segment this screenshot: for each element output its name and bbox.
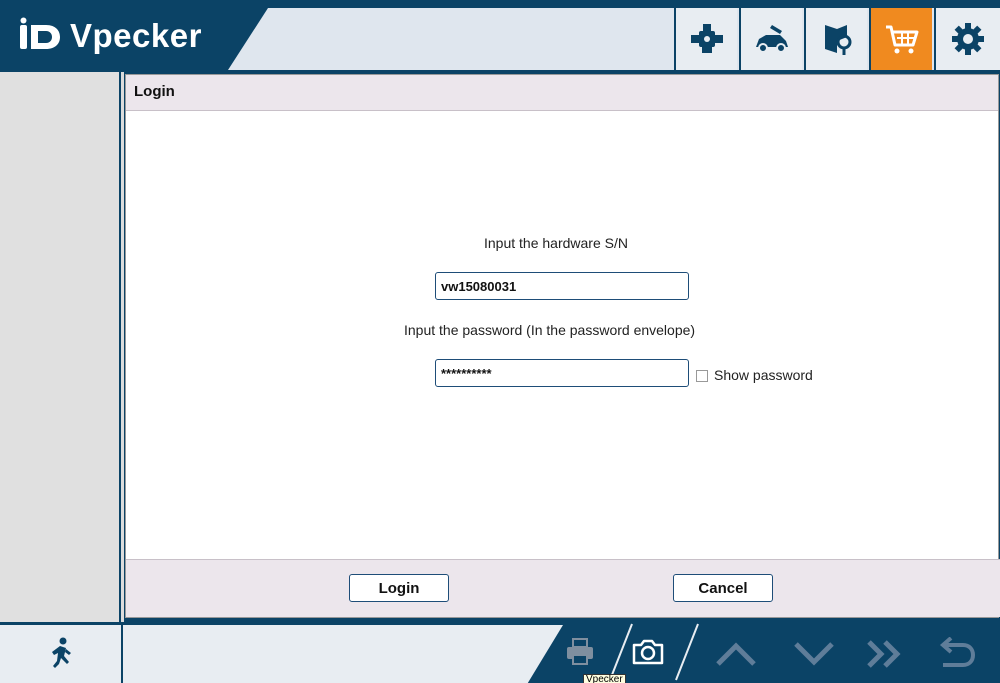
- dialog-title: Login: [126, 75, 998, 111]
- car-repair-button[interactable]: [739, 8, 802, 70]
- password-label: Input the password (In the password enve…: [404, 322, 696, 338]
- settings-button[interactable]: [934, 8, 1000, 70]
- header-bar: Vpecker: [0, 0, 1000, 72]
- password-input[interactable]: [435, 359, 689, 387]
- login-dialog-body: Login Input the hardware S/N Input the p…: [125, 74, 1000, 618]
- app-window: Vpecker Login Input the hardware S/N vw1…: [0, 0, 1000, 683]
- back-button[interactable]: [930, 634, 980, 674]
- sn-input[interactable]: [435, 272, 689, 300]
- scroll-down-icon: [794, 642, 834, 666]
- login-dialog: Login Input the hardware S/N Input the p…: [124, 72, 1000, 622]
- brand-name: Vpecker: [70, 17, 202, 54]
- exit-running-icon: [51, 637, 71, 668]
- print-button[interactable]: [560, 632, 600, 672]
- manual-search-icon: [824, 25, 851, 55]
- fast-forward-button[interactable]: [860, 634, 910, 674]
- gear-icon: [952, 23, 984, 55]
- sn-label: Input the hardware S/N: [484, 235, 628, 251]
- shopping-cart-icon: [885, 25, 918, 54]
- login-form: Input the hardware S/N Input the passwor…: [126, 111, 998, 561]
- print-icon: [567, 638, 593, 665]
- engine-diagnostic-button[interactable]: [674, 8, 737, 70]
- bottom-status-area: [123, 625, 563, 683]
- fast-forward-icon: [867, 640, 901, 668]
- manual-search-button[interactable]: [804, 8, 867, 70]
- login-button[interactable]: Login: [349, 574, 449, 602]
- bottom-toolbar: [0, 622, 1000, 683]
- scroll-up-icon: [716, 642, 756, 666]
- brand-logo: Vpecker: [18, 14, 202, 58]
- scroll-down-button[interactable]: [790, 634, 838, 674]
- shop-button[interactable]: [869, 8, 932, 70]
- left-sidebar: [0, 72, 121, 622]
- show-password-checkbox[interactable]: [696, 370, 708, 382]
- cancel-button[interactable]: Cancel: [673, 574, 773, 602]
- scroll-up-button[interactable]: [712, 634, 760, 674]
- show-password-label[interactable]: Show password: [714, 367, 813, 383]
- logo-mark-icon: [18, 17, 62, 55]
- engine-diagnostic-icon: [690, 24, 723, 53]
- car-repair-icon: [755, 25, 788, 53]
- tooltip: Vpecker: [583, 674, 626, 683]
- back-icon: [939, 637, 976, 667]
- exit-button[interactable]: [0, 625, 121, 683]
- dialog-footer: Login Cancel: [126, 559, 1000, 617]
